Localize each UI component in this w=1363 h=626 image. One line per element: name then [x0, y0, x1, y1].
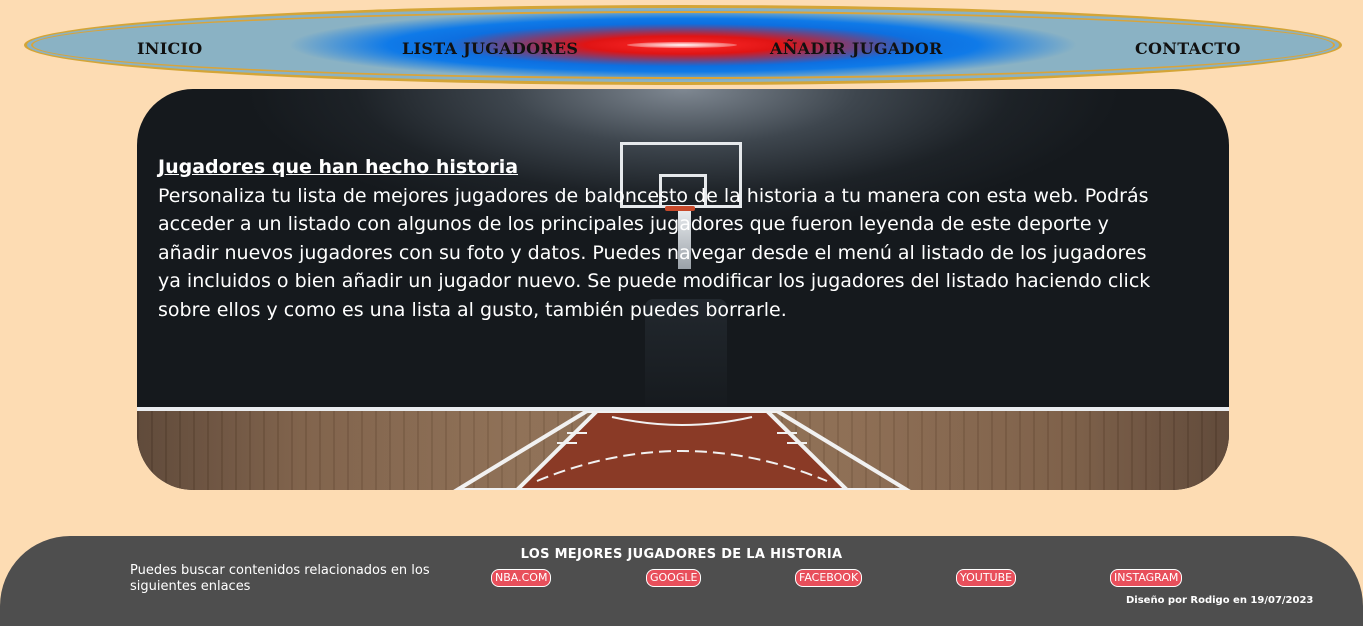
nav-item-contacto[interactable]: CONTACTO [1135, 39, 1241, 58]
link-facebook[interactable]: FACEBOOK [795, 569, 863, 587]
nav-item-lista-jugadores[interactable]: LISTA JUGADORES [402, 39, 578, 58]
footer-note: Puedes buscar contenidos relacionados en… [130, 563, 430, 594]
link-google[interactable]: GOOGLE [646, 569, 702, 587]
footer-credit: Diseño por Rodigo en 19/07/2023 [1126, 595, 1314, 606]
hero-text: Jugadores que han hecho historia Persona… [158, 153, 1158, 325]
hero-title: Jugadores que han hecho historia [158, 156, 519, 178]
link-youtube[interactable]: YOUTUBE [956, 569, 1017, 587]
footer-title: LOS MEJORES JUGADORES DE LA HISTORIA [520, 547, 843, 562]
main-nav: INICIO LISTA JUGADORES AÑADIR JUGADOR CO… [24, 5, 1342, 85]
nav-item-inicio[interactable]: INICIO [137, 39, 203, 58]
hero-description: Personaliza tu lista de mejores jugadore… [158, 184, 1151, 321]
court-lines-icon [453, 411, 911, 490]
link-instagram[interactable]: INSTAGRAM [1110, 569, 1183, 587]
nav-item-anadir-jugador[interactable]: AÑADIR JUGADOR [770, 39, 943, 58]
link-nba[interactable]: NBA.COM [491, 569, 552, 587]
